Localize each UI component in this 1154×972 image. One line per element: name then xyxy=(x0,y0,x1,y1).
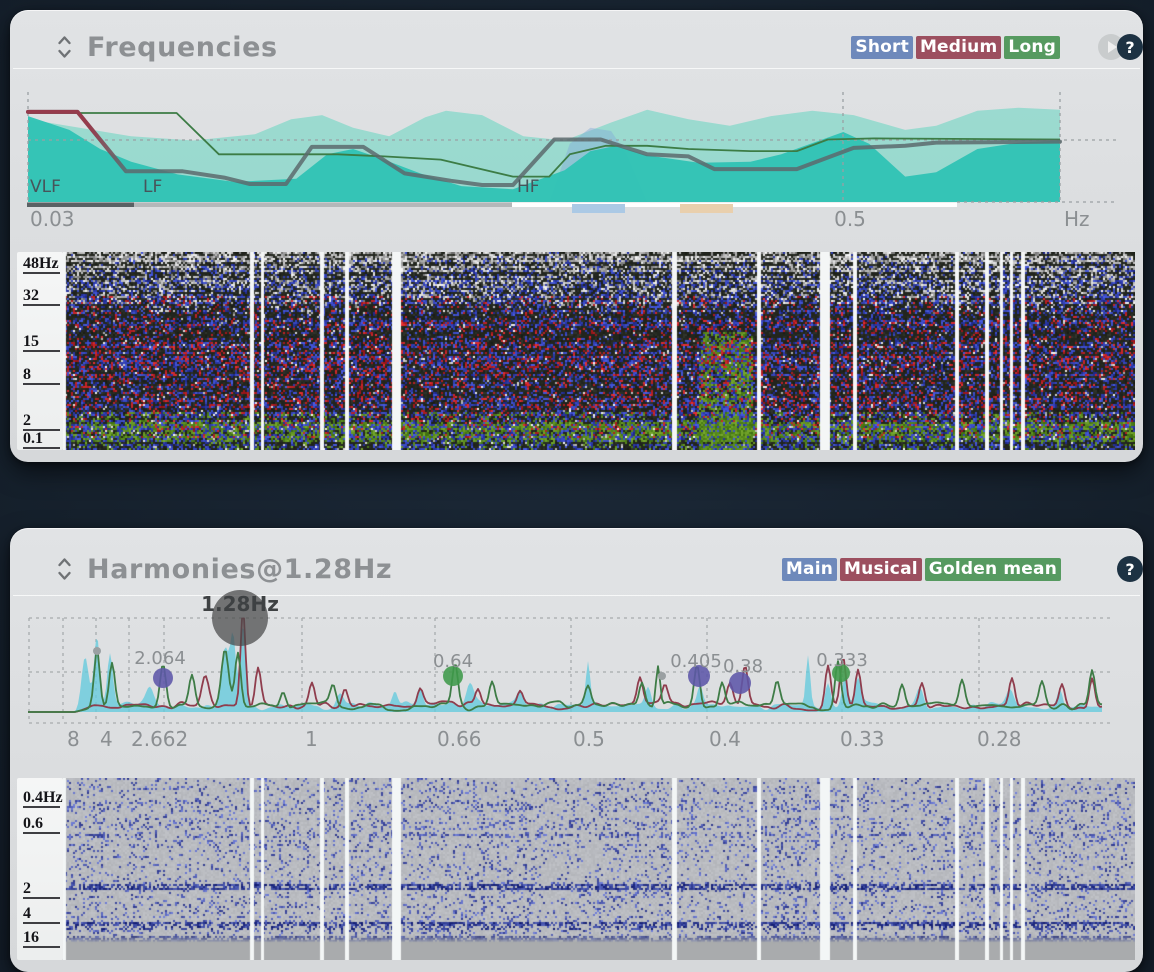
collapse-toggle[interactable] xyxy=(56,555,73,583)
timeline-segment xyxy=(134,203,512,208)
x-axis-label: 0.33 xyxy=(840,727,885,751)
x-axis-label: Hz xyxy=(1064,207,1090,231)
x-axis-labels: 84 2.662 1 0.66 0.5 0.4 0.33 0.28 xyxy=(67,727,1022,751)
collapse-updown-icon xyxy=(56,33,73,61)
harmonies-spectrogram-axis: 0.4Hz 0.6 2 4 16 xyxy=(17,778,63,960)
main-series-area xyxy=(28,628,1102,712)
x-axis-label: 2.662 xyxy=(131,727,188,751)
legend-chip-short[interactable]: Short xyxy=(851,36,913,59)
x-axis-labels: 0.03 0.5 Hz xyxy=(30,207,1090,231)
legend-chip-musical[interactable]: Musical xyxy=(840,558,922,581)
spectrogram-axis-tick: 2 xyxy=(23,880,60,899)
frequency-bands-areas xyxy=(28,108,1060,202)
spectrogram-axis-tick: 4 xyxy=(23,905,60,924)
harmonic-marker-label: 2.064 xyxy=(134,648,186,669)
spectrogram-axis-tick: 15 xyxy=(23,333,60,352)
spectrogram-axis-tick: 48Hz xyxy=(23,255,60,274)
spectrogram-axis-tick: 0.4Hz xyxy=(23,789,60,808)
spectrogram-axis-tick: 2 xyxy=(23,412,60,431)
panel-title: Harmonies@1.28Hz xyxy=(87,554,392,585)
x-axis-label: 0.5 xyxy=(573,727,605,751)
collapse-updown-icon xyxy=(56,555,73,583)
x-axis-label: 0.5 xyxy=(834,207,866,231)
harmonic-marker-label: 0.38 xyxy=(723,656,763,677)
frequencies-chart[interactable]: VLF LF HF 0.03 0.5 Hz xyxy=(10,68,1143,250)
spectrogram-axis-tick: 16 xyxy=(23,929,60,948)
legend-chip-golden-mean[interactable]: Golden mean xyxy=(925,558,1061,581)
play-icon xyxy=(1108,41,1117,53)
band-label: HF xyxy=(517,177,540,197)
spectrogram-axis-tick: 32 xyxy=(23,287,60,306)
frequencies-spectrogram-axis: 48Hz 32 15 8 20.1 xyxy=(17,252,63,450)
harmonies-panel: Harmonies@1.28Hz MainMusicalGolden mean … xyxy=(10,528,1143,972)
help-button[interactable]: ? xyxy=(1117,34,1143,60)
x-axis-label: 4 xyxy=(100,727,113,751)
x-axis-label: 0.03 xyxy=(30,207,75,231)
x-axis-label: 0.28 xyxy=(977,727,1022,751)
legend-chip-main[interactable]: Main xyxy=(782,558,837,581)
timeline-bar xyxy=(27,203,957,214)
spectrogram-axis-tick: 8 xyxy=(23,366,60,385)
harmonies-spectrogram-image xyxy=(63,778,1135,960)
golden-mean-series-line xyxy=(28,652,1102,712)
legend-chip-long[interactable]: Long xyxy=(1004,36,1060,59)
harmonic-marker-label: 0.333 xyxy=(816,650,868,671)
harmonic-marker-label: 0.405 xyxy=(670,651,722,672)
band-label: VLF xyxy=(30,177,61,197)
frequencies-panel: Frequencies ShortMediumLong ? VLF LF HF 0.0… xyxy=(10,10,1143,462)
musical-series-line xyxy=(28,618,1102,712)
x-axis-label: 0.4 xyxy=(709,727,741,751)
help-button[interactable]: ? xyxy=(1117,556,1143,582)
x-axis-label: 1 xyxy=(305,727,318,751)
timeline-marker xyxy=(680,204,733,213)
spectrogram-axis-tick: 0.1 xyxy=(23,430,60,449)
panel-title: Frequencies xyxy=(87,32,278,63)
frequencies-header: Frequencies ShortMediumLong ? xyxy=(10,10,1143,76)
app-root: { "app": {"background_color": "#16212d",… xyxy=(0,0,1154,960)
harmonic-marker[interactable] xyxy=(153,668,173,688)
harmonies-chart[interactable]: 2.064 0.64 0.4050.38 0.333 1.28Hz 84 2.662 1 0.6… xyxy=(10,586,1143,772)
legend-chip-medium[interactable]: Medium xyxy=(916,36,1001,59)
minor-peak-dot xyxy=(658,672,666,680)
x-axis-label: 8 xyxy=(67,727,80,751)
timeline-marker xyxy=(572,204,625,213)
harmonies-legend: MainMusicalGolden mean xyxy=(779,558,1061,581)
selected-harmonic-label: 1.28Hz xyxy=(201,592,279,616)
minor-peak-dot xyxy=(93,647,101,655)
frequencies-spectrogram-image xyxy=(63,252,1135,450)
x-axis-label: 0.66 xyxy=(437,727,482,751)
collapse-toggle[interactable] xyxy=(56,33,73,61)
band-label: LF xyxy=(143,177,162,197)
frequencies-legend: ShortMediumLong xyxy=(848,36,1060,59)
harmonic-marker-label: 0.64 xyxy=(433,651,473,672)
spectrogram-axis-tick: 0.6 xyxy=(23,815,60,834)
